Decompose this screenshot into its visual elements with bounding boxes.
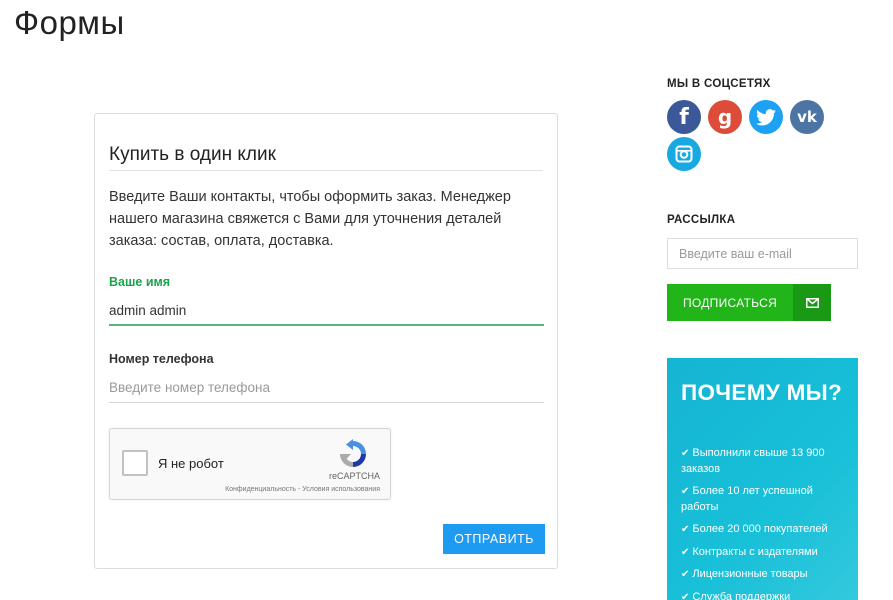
twitter-bird-icon [756, 108, 776, 125]
recaptcha-widget: Я не робот reCAPTCHA Конфиденциальность … [109, 428, 391, 500]
google-plus-icon[interactable]: g [708, 100, 742, 134]
why-us-list: ✔ Выполнили свыше 13 900 заказов ✔ Более 1… [681, 446, 851, 600]
check-icon: ✔ [681, 569, 690, 580]
name-input[interactable] [109, 296, 544, 326]
submit-button[interactable]: ОТПРАВИТЬ [443, 524, 545, 554]
phone-label: Номер телефона [109, 352, 214, 366]
recaptcha-logo-icon [340, 439, 366, 467]
why-us-title: ПОЧЕМУ МЫ? [681, 380, 842, 405]
check-icon: ✔ [681, 591, 690, 600]
form-divider [109, 170, 543, 171]
facebook-glyph: f [679, 104, 689, 130]
list-item: ✔ Более 20 000 покупателей [681, 523, 828, 535]
recaptcha-checkbox[interactable] [122, 450, 148, 476]
vk-icon[interactable]: vk [790, 100, 824, 134]
list-item: ✔ Более 10 лет успешной работы [681, 485, 813, 513]
recaptcha-links[interactable]: Конфиденциальность - Условия использован… [225, 486, 380, 493]
subscribe-button[interactable]: ПОДПИСАТЬСЯ [667, 284, 793, 321]
phone-input[interactable] [109, 373, 544, 403]
check-icon: ✔ [681, 546, 690, 558]
page-title: Формы [14, 4, 125, 41]
google-plus-glyph: g [717, 105, 733, 129]
recaptcha-label: Я не робот [158, 456, 224, 471]
form-description: Введите Ваши контакты, чтобы оформить за… [109, 189, 511, 249]
check-icon: ✔ [681, 448, 690, 459]
vk-glyph: vk [797, 108, 817, 126]
newsletter-heading: РАССЫЛКА [667, 214, 736, 226]
newsletter-email-input[interactable] [667, 238, 858, 269]
subscribe-envelope-button[interactable] [793, 284, 831, 321]
list-item: ✔ Контракты с издателями [681, 545, 818, 558]
form-title: Купить в один клик [109, 144, 276, 165]
list-item: ✔ Выполнили свыше 13 900 заказов [681, 447, 825, 475]
one-click-form: Купить в один клик Введите Ваши контакты… [94, 113, 558, 569]
twitter-icon[interactable] [749, 100, 783, 134]
name-label: Ваше имя [109, 275, 171, 289]
list-item: ✔ Лицензионные товары [681, 568, 808, 580]
recaptcha-brand: reCAPTCHA [328, 471, 380, 481]
check-icon: ✔ [681, 524, 690, 535]
list-item: ✔ Служба поддержки [681, 590, 851, 600]
instagram-icon[interactable] [667, 137, 701, 171]
envelope-icon [805, 297, 819, 308]
social-heading: МЫ В СОЦСЕТЯХ [667, 78, 771, 90]
check-icon: ✔ [681, 486, 690, 497]
instagram-camera-icon [675, 145, 693, 163]
facebook-icon[interactable]: f [667, 100, 701, 134]
why-us-panel: ПОЧЕМУ МЫ? ✔ Выполнили свыше 13 900 заказ… [667, 358, 858, 600]
